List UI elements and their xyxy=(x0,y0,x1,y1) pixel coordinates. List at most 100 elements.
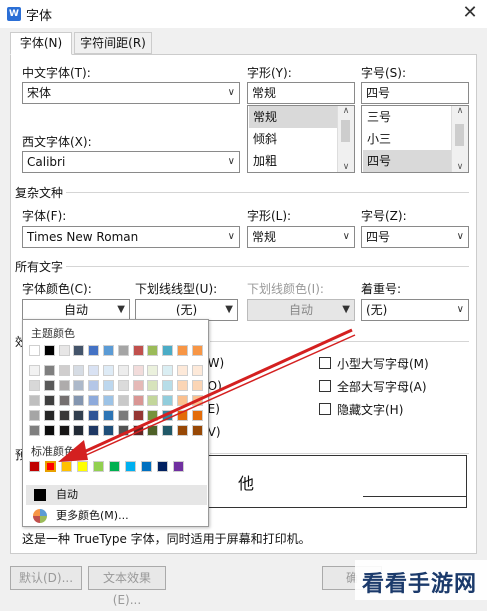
theme-shade-swatch[interactable] xyxy=(43,365,55,376)
theme-shade-swatch[interactable] xyxy=(132,380,144,391)
theme-shade-swatch[interactable] xyxy=(29,410,40,421)
theme-shade-swatch[interactable] xyxy=(103,365,114,376)
font-color-select[interactable]: 自动 ▼ xyxy=(22,299,130,321)
theme-shade-swatch[interactable] xyxy=(177,410,188,421)
theme-shade-swatch[interactable] xyxy=(147,380,159,391)
chinese-font-select[interactable]: 宋体 ∨ xyxy=(22,82,240,104)
tab-font[interactable]: 字体(N) xyxy=(10,32,72,55)
theme-color-swatch[interactable] xyxy=(132,345,144,356)
theme-shade-swatch[interactable] xyxy=(29,380,40,391)
theme-shade-swatch[interactable] xyxy=(162,395,174,406)
size-listbox[interactable]: 三号 小三 四号 ∧ ∨ xyxy=(361,105,469,173)
standard-color-swatch[interactable] xyxy=(109,461,120,472)
style-input[interactable]: 常规 xyxy=(247,82,355,104)
standard-color-swatch[interactable] xyxy=(93,461,104,472)
theme-shade-swatch[interactable] xyxy=(162,365,174,376)
theme-color-swatch[interactable] xyxy=(29,345,40,356)
theme-shade-swatch[interactable] xyxy=(147,365,159,376)
theme-shade-swatch[interactable] xyxy=(177,395,188,406)
theme-shade-swatch[interactable] xyxy=(43,410,55,421)
theme-shade-swatch[interactable] xyxy=(88,425,100,436)
scroll-down-icon[interactable]: ∨ xyxy=(452,162,468,172)
standard-color-swatch[interactable] xyxy=(29,461,40,472)
standard-color-swatch[interactable] xyxy=(45,461,56,472)
theme-shade-swatch[interactable] xyxy=(147,425,159,436)
theme-color-swatch[interactable] xyxy=(177,345,188,356)
standard-color-swatch[interactable] xyxy=(157,461,168,472)
theme-color-swatch[interactable] xyxy=(103,345,114,356)
theme-shade-swatch[interactable] xyxy=(73,395,85,406)
theme-shade-swatch[interactable] xyxy=(162,410,174,421)
theme-shade-swatch[interactable] xyxy=(103,425,114,436)
theme-shade-swatch[interactable] xyxy=(43,380,55,391)
standard-color-swatch[interactable] xyxy=(77,461,88,472)
style-listbox[interactable]: 常规 倾斜 加粗 ∧ ∨ xyxy=(247,105,355,173)
hidden-text-checkbox[interactable] xyxy=(319,403,331,415)
close-icon[interactable]: ✕ xyxy=(458,2,482,24)
theme-shade-swatch[interactable] xyxy=(132,410,144,421)
theme-color-swatch[interactable] xyxy=(117,345,129,356)
standard-color-swatch[interactable] xyxy=(61,461,72,472)
scroll-thumb[interactable] xyxy=(455,124,464,146)
theme-shade-swatch[interactable] xyxy=(117,425,129,436)
theme-shade-swatch[interactable] xyxy=(58,425,70,436)
theme-shade-swatch[interactable] xyxy=(103,410,114,421)
scroll-up-icon[interactable]: ∧ xyxy=(452,106,468,116)
auto-color-item[interactable]: 自动 xyxy=(26,485,207,505)
theme-shade-swatch[interactable] xyxy=(177,365,188,376)
theme-shade-swatch[interactable] xyxy=(147,410,159,421)
theme-shade-swatch[interactable] xyxy=(162,380,174,391)
list-item[interactable]: 倾斜 xyxy=(249,128,341,150)
underline-style-select[interactable]: (无) ▼ xyxy=(135,299,238,321)
theme-shade-swatch[interactable] xyxy=(147,395,159,406)
list-item[interactable]: 常规 xyxy=(249,106,341,128)
theme-shade-swatch[interactable] xyxy=(88,365,100,376)
complex-style-select[interactable]: 常规 ∨ xyxy=(247,226,355,248)
theme-color-swatch[interactable] xyxy=(58,345,70,356)
theme-shade-swatch[interactable] xyxy=(58,410,70,421)
theme-shade-swatch[interactable] xyxy=(132,425,144,436)
theme-color-swatch[interactable] xyxy=(73,345,85,356)
theme-shade-swatch[interactable] xyxy=(73,365,85,376)
scroll-thumb[interactable] xyxy=(341,120,350,142)
text-effect-button[interactable]: 文本效果(E)... xyxy=(88,566,166,607)
theme-shade-swatch[interactable] xyxy=(103,395,114,406)
size-input[interactable]: 四号 xyxy=(361,82,469,104)
scroll-down-icon[interactable]: ∨ xyxy=(338,162,354,172)
theme-color-swatch[interactable] xyxy=(191,345,203,356)
list-item[interactable]: 加粗 xyxy=(249,150,341,172)
theme-shade-swatch[interactable] xyxy=(73,425,85,436)
theme-shade-swatch[interactable] xyxy=(88,410,100,421)
theme-shade-swatch[interactable] xyxy=(132,365,144,376)
theme-shade-swatch[interactable] xyxy=(191,395,203,406)
theme-shade-swatch[interactable] xyxy=(191,365,203,376)
theme-shade-swatch[interactable] xyxy=(43,425,55,436)
theme-shade-swatch[interactable] xyxy=(191,380,203,391)
standard-color-swatch[interactable] xyxy=(173,461,184,472)
list-item[interactable]: 四号 xyxy=(363,150,455,172)
emphasis-select[interactable]: (无) ∨ xyxy=(361,299,469,321)
default-button[interactable]: 默认(D)... xyxy=(10,566,82,590)
theme-shade-swatch[interactable] xyxy=(132,395,144,406)
size-scrollbar[interactable]: ∧ ∨ xyxy=(451,106,468,172)
western-font-select[interactable]: Calibri ∨ xyxy=(22,151,240,173)
theme-shade-swatch[interactable] xyxy=(58,380,70,391)
theme-shade-swatch[interactable] xyxy=(29,425,40,436)
theme-shade-swatch[interactable] xyxy=(29,365,40,376)
theme-shade-swatch[interactable] xyxy=(58,395,70,406)
small-caps-checkbox[interactable] xyxy=(319,357,331,369)
more-colors-item[interactable]: 更多颜色(M)... xyxy=(26,506,207,526)
theme-color-swatch[interactable] xyxy=(88,345,100,356)
theme-shade-swatch[interactable] xyxy=(191,425,203,436)
theme-color-swatch[interactable] xyxy=(147,345,159,356)
complex-size-select[interactable]: 四号 ∨ xyxy=(361,226,469,248)
theme-shade-swatch[interactable] xyxy=(191,410,203,421)
theme-shade-swatch[interactable] xyxy=(117,395,129,406)
theme-shade-swatch[interactable] xyxy=(117,410,129,421)
theme-shade-swatch[interactable] xyxy=(29,395,40,406)
style-scrollbar[interactable]: ∧ ∨ xyxy=(337,106,354,172)
complex-font-select[interactable]: Times New Roman ∨ xyxy=(22,226,240,248)
theme-shade-swatch[interactable] xyxy=(73,410,85,421)
theme-shade-swatch[interactable] xyxy=(73,380,85,391)
theme-color-swatch[interactable] xyxy=(162,345,174,356)
